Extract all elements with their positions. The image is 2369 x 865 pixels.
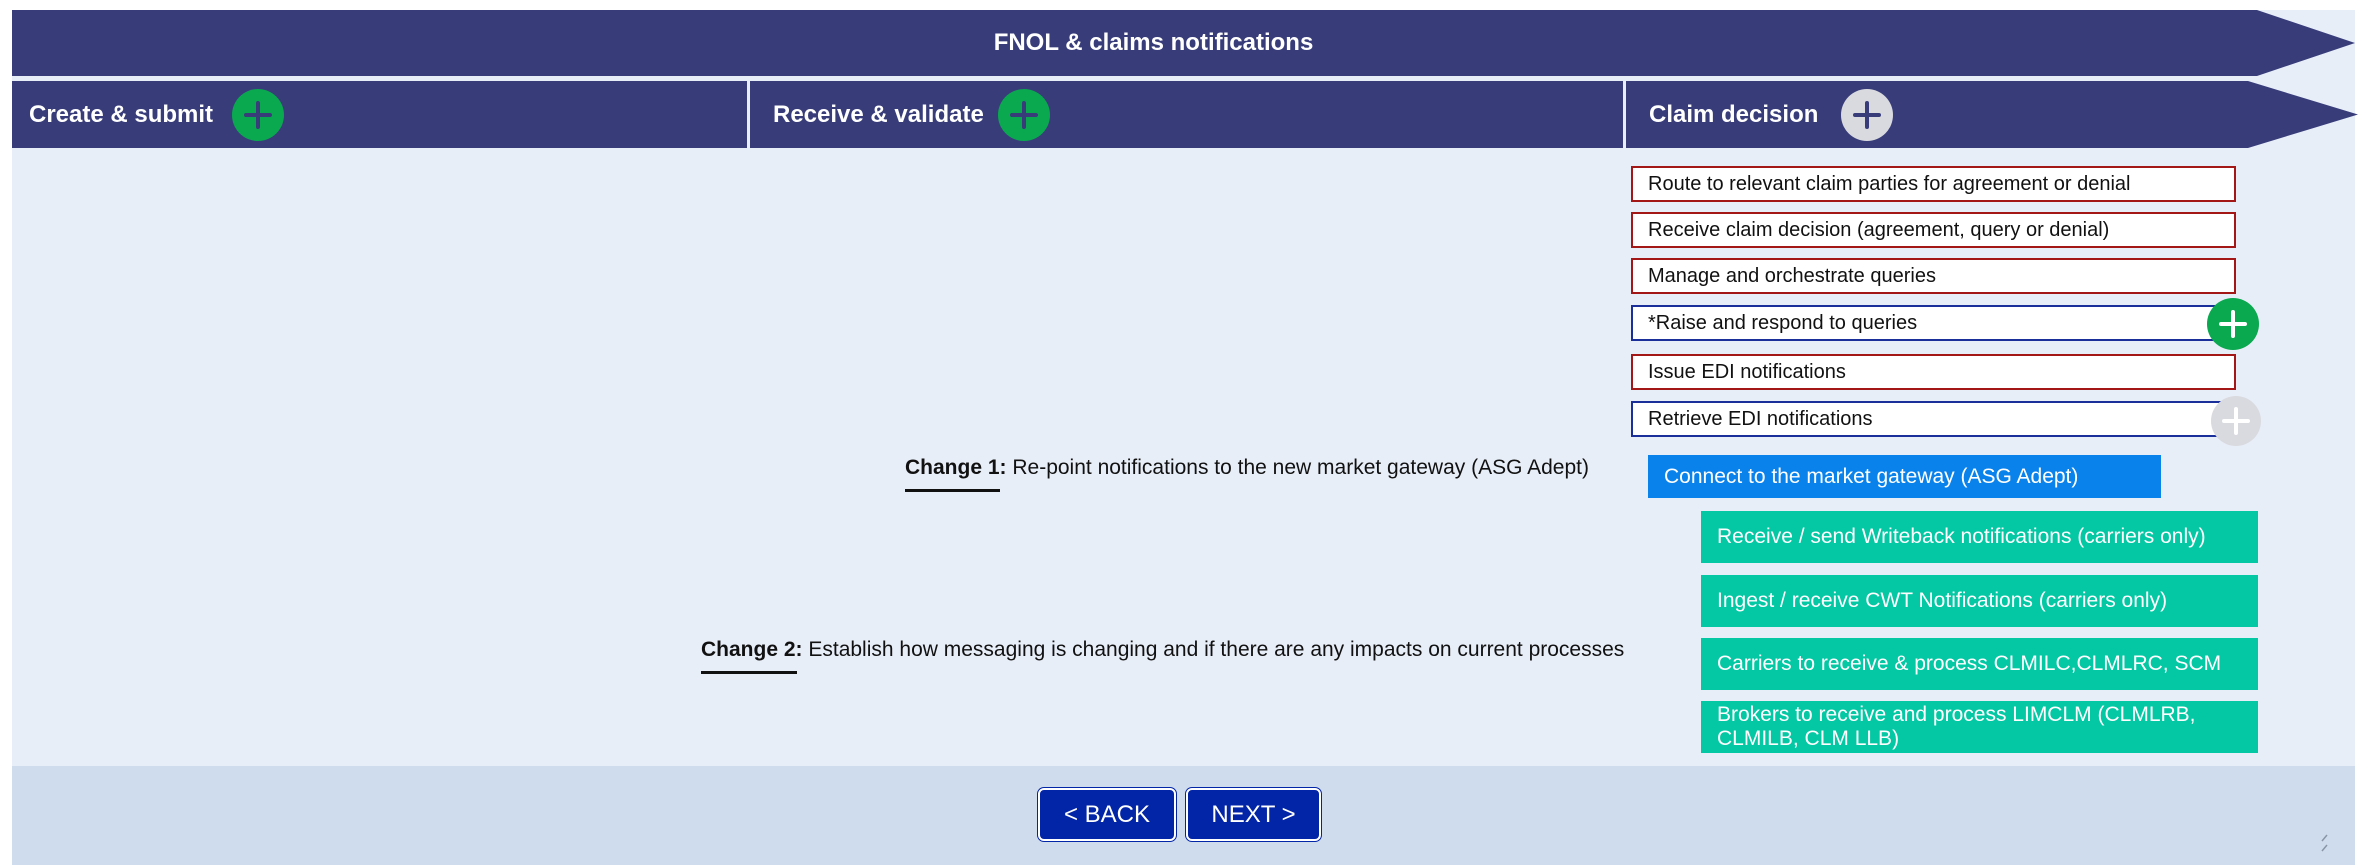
next-button[interactable]: NEXT >	[1186, 788, 1321, 841]
step-label: *Raise and respond to queries	[1648, 311, 1918, 334]
message-writeback: Receive / send Writeback notifications (…	[1701, 511, 2258, 563]
page-title: FNOL & claims notifications	[993, 29, 1314, 56]
plus-icon	[2219, 310, 2247, 338]
phase-claim-decision: Claim decision	[1626, 81, 2358, 148]
message-brokers: Brokers to receive and process LIMCLM (C…	[1701, 701, 2258, 753]
message-cwt: Ingest / receive CWT Notifications (carr…	[1701, 575, 2258, 627]
step-raise-respond-queries: *Raise and respond to queries	[1631, 305, 2236, 341]
step-label: Receive claim decision (agreement, query…	[1648, 218, 2110, 241]
phase-create-submit: Create & submit	[12, 81, 747, 148]
step-label: Retrieve EDI notifications	[1648, 407, 1873, 430]
change-1-note: Change 1: Re-point notifications to the …	[905, 456, 1589, 480]
change-2-underline	[701, 671, 797, 674]
expand-claim-decision-button[interactable]	[1841, 88, 1894, 141]
change-1-title: Change 1:	[905, 456, 1007, 479]
expand-receive-validate-button[interactable]	[997, 88, 1050, 141]
phase-label: Receive & validate	[773, 100, 984, 128]
page-title-banner: FNOL & claims notifications	[12, 10, 2355, 76]
step-label: Route to relevant claim parties for agre…	[1648, 172, 2131, 195]
plus-icon	[1853, 100, 1882, 129]
step-route-claim-parties: Route to relevant claim parties for agre…	[1631, 166, 2236, 202]
gateway-label: Connect to the market gateway (ASG Adept…	[1664, 464, 2079, 488]
resize-grip-icon	[2321, 834, 2328, 852]
change-2-text: Establish how messaging is changing and …	[808, 638, 1625, 661]
change-2-note: Change 2: Establish how messaging is cha…	[701, 638, 1624, 662]
message-carriers: Carriers to receive & process CLMILC,CLM…	[1701, 638, 2258, 690]
plus-icon	[2222, 407, 2250, 435]
change-1-text: Re-point notifications to the new market…	[1012, 456, 1589, 479]
plus-icon	[244, 100, 273, 129]
phase-receive-validate: Receive & validate	[750, 81, 1623, 148]
step-issue-edi: Issue EDI notifications	[1631, 354, 2236, 390]
step-label: Manage and orchestrate queries	[1648, 264, 1936, 287]
phase-label: Create & submit	[29, 100, 214, 128]
step-receive-claim-decision: Receive claim decision (agreement, query…	[1631, 212, 2236, 248]
expand-create-submit-button[interactable]	[232, 88, 285, 141]
footer-bar	[12, 766, 2355, 865]
plus-icon	[1009, 100, 1038, 129]
change-2-title: Change 2:	[701, 638, 803, 661]
message-label: Brokers to receive and process LIMCLM (C…	[1717, 703, 2196, 750]
gateway-connect-box: Connect to the market gateway (ASG Adept…	[1648, 455, 2161, 498]
step-label: Issue EDI notifications	[1648, 360, 1846, 383]
step-retrieve-edi: Retrieve EDI notifications	[1631, 401, 2236, 437]
message-label: Carriers to receive & process CLMILC,CLM…	[1717, 652, 2222, 675]
message-label: Receive / send Writeback notifications (…	[1717, 525, 2206, 548]
back-button[interactable]: < BACK	[1038, 788, 1176, 841]
phase-label: Claim decision	[1649, 100, 1819, 128]
back-label: < BACK	[1063, 800, 1151, 828]
change-1-underline	[905, 489, 1000, 492]
expand-raise-queries-button[interactable]	[2207, 298, 2259, 350]
next-label: NEXT >	[1211, 800, 1296, 828]
message-label: Ingest / receive CWT Notifications (carr…	[1717, 589, 2168, 612]
step-manage-queries: Manage and orchestrate queries	[1631, 258, 2236, 294]
expand-retrieve-edi-button[interactable]	[2211, 396, 2261, 446]
